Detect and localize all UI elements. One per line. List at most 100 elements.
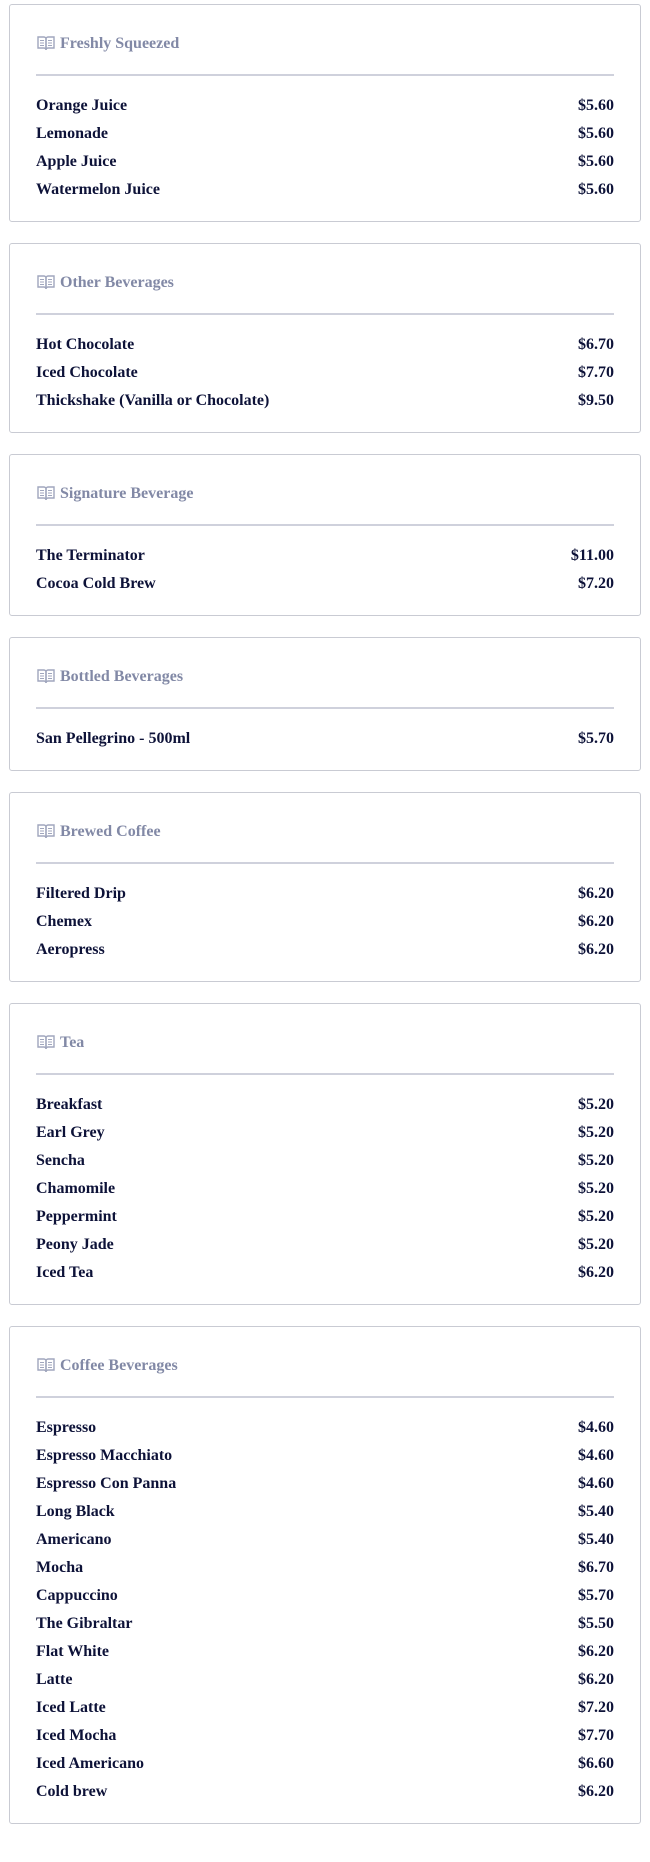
menu-item-name: Espresso xyxy=(36,1419,97,1436)
menu-item-price: $6.20 xyxy=(578,1671,614,1688)
menu-item: Iced Latte $7.20 xyxy=(36,1694,614,1722)
menu-item-name: Filtered Drip xyxy=(36,885,126,902)
section-title: Brewed Coffee xyxy=(60,823,161,840)
menu-item: Hot Chocolate $6.70 xyxy=(36,331,614,359)
section-items: Hot Chocolate $6.70 Iced Chocolate $7.70… xyxy=(36,331,614,415)
menu-item-name: Iced Latte xyxy=(36,1699,106,1716)
menu-item: Espresso Con Panna $4.60 xyxy=(36,1470,614,1498)
menu-item-price: $5.40 xyxy=(578,1503,614,1520)
menu-item-name: Watermelon Juice xyxy=(36,181,160,198)
menu-section-card: Brewed Coffee Filtered Drip $6.20 Chemex… xyxy=(9,792,641,982)
menu-item-price: $5.20 xyxy=(578,1208,614,1225)
menu-item: Apple Juice $5.60 xyxy=(36,148,614,176)
menu-item: San Pellegrino - 500ml $5.70 xyxy=(36,725,614,753)
menu-item: Cappuccino $5.70 xyxy=(36,1582,614,1610)
menu-item-price: $6.20 xyxy=(578,885,614,902)
menu-item-name: Espresso Con Panna xyxy=(36,1475,177,1492)
menu-item-name: Cocoa Cold Brew xyxy=(36,575,156,592)
menu-item-name: Sencha xyxy=(36,1152,85,1169)
menu-item-name: Breakfast xyxy=(36,1096,103,1113)
menu-item-name: Latte xyxy=(36,1671,73,1688)
menu-book-icon xyxy=(36,33,56,53)
section-header: Coffee Beverages xyxy=(36,1350,614,1398)
menu-item-name: Peony Jade xyxy=(36,1236,114,1253)
menu-book-icon xyxy=(36,272,56,292)
section-header: Bottled Beverages xyxy=(36,661,614,709)
menu-item-name: Cappuccino xyxy=(36,1587,118,1604)
menu-book-icon xyxy=(36,821,56,841)
menu-item-price: $5.20 xyxy=(578,1236,614,1253)
section-title: Tea xyxy=(60,1034,85,1051)
menu-item-name: The Terminator xyxy=(36,547,145,564)
menu-item-price: $7.20 xyxy=(578,1699,614,1716)
section-header: Signature Beverage xyxy=(36,478,614,526)
section-header: Other Beverages xyxy=(36,267,614,315)
menu-item: Latte $6.20 xyxy=(36,1666,614,1694)
menu-item-price: $6.70 xyxy=(578,336,614,353)
section-header: Brewed Coffee xyxy=(36,816,614,864)
section-title: Coffee Beverages xyxy=(60,1357,178,1374)
menu-item-price: $5.20 xyxy=(578,1124,614,1141)
menu-item-name: Iced Mocha xyxy=(36,1727,117,1744)
menu-item-name: San Pellegrino - 500ml xyxy=(36,730,191,747)
menu-book-icon xyxy=(36,1355,56,1375)
section-items: Espresso $4.60 Espresso Macchiato $4.60 … xyxy=(36,1414,614,1806)
menu-item-name: Aeropress xyxy=(36,941,105,958)
menu-item: Lemonade $5.60 xyxy=(36,120,614,148)
menu-item-name: Orange Juice xyxy=(36,97,128,114)
menu-item-name: Iced Chocolate xyxy=(36,364,138,381)
menu-item: Cold brew $6.20 xyxy=(36,1778,614,1806)
menu-item-name: Cold brew xyxy=(36,1783,108,1800)
menu-item: Orange Juice $5.60 xyxy=(36,92,614,120)
menu-item-price: $5.50 xyxy=(578,1615,614,1632)
menu-item-name: Thickshake (Vanilla or Chocolate) xyxy=(36,392,270,409)
menu-item-name: Chemex xyxy=(36,913,92,930)
menu-item-price: $5.60 xyxy=(578,97,614,114)
menu-item: Espresso Macchiato $4.60 xyxy=(36,1442,614,1470)
section-items: San Pellegrino - 500ml $5.70 xyxy=(36,725,614,753)
menu-item-price: $6.20 xyxy=(578,1643,614,1660)
menu-item-name: Long Black xyxy=(36,1503,115,1520)
section-title: Signature Beverage xyxy=(60,485,194,502)
section-header: Freshly Squeezed xyxy=(36,28,614,76)
menu-item-price: $5.70 xyxy=(578,1587,614,1604)
menu-section-card: Signature Beverage The Terminator $11.00… xyxy=(9,454,641,616)
menu-item-price: $5.70 xyxy=(578,730,614,747)
menu-list: Freshly Squeezed Orange Juice $5.60 Lemo… xyxy=(0,0,650,1824)
menu-item: Chamomile $5.20 xyxy=(36,1175,614,1203)
menu-item: Flat White $6.20 xyxy=(36,1638,614,1666)
menu-section-card: Bottled Beverages San Pellegrino - 500ml… xyxy=(9,637,641,771)
menu-book-icon xyxy=(36,483,56,503)
menu-item: Iced Americano $6.60 xyxy=(36,1750,614,1778)
menu-item-name: Espresso Macchiato xyxy=(36,1447,173,1464)
menu-item: Americano $5.40 xyxy=(36,1526,614,1554)
menu-item-price: $6.20 xyxy=(578,1783,614,1800)
menu-item: Breakfast $5.20 xyxy=(36,1091,614,1119)
menu-item-price: $6.60 xyxy=(578,1755,614,1772)
menu-item-price: $7.20 xyxy=(578,575,614,592)
menu-item: Long Black $5.40 xyxy=(36,1498,614,1526)
menu-item: Iced Chocolate $7.70 xyxy=(36,359,614,387)
menu-item-name: Earl Grey xyxy=(36,1124,105,1141)
menu-item-price: $6.70 xyxy=(578,1559,614,1576)
menu-item: Aeropress $6.20 xyxy=(36,936,614,964)
section-items: Orange Juice $5.60 Lemonade $5.60 Apple … xyxy=(36,92,614,204)
menu-item: Iced Tea $6.20 xyxy=(36,1259,614,1287)
menu-book-icon xyxy=(36,666,56,686)
menu-item-price: $11.00 xyxy=(570,547,614,564)
menu-item-price: $5.40 xyxy=(578,1531,614,1548)
menu-item-name: Chamomile xyxy=(36,1180,116,1197)
menu-item: Watermelon Juice $5.60 xyxy=(36,176,614,204)
menu-item-price: $6.20 xyxy=(578,1264,614,1281)
menu-item-name: Iced Americano xyxy=(36,1755,144,1772)
section-header: Tea xyxy=(36,1027,614,1075)
menu-item-price: $9.50 xyxy=(578,392,614,409)
menu-item-price: $5.60 xyxy=(578,125,614,142)
menu-item-price: $4.60 xyxy=(578,1447,614,1464)
menu-item: Peppermint $5.20 xyxy=(36,1203,614,1231)
menu-item-name: Hot Chocolate xyxy=(36,336,135,353)
menu-item-price: $4.60 xyxy=(578,1419,614,1436)
section-title: Bottled Beverages xyxy=(60,668,184,685)
menu-item-price: $5.60 xyxy=(578,181,614,198)
menu-item-price: $5.60 xyxy=(578,153,614,170)
